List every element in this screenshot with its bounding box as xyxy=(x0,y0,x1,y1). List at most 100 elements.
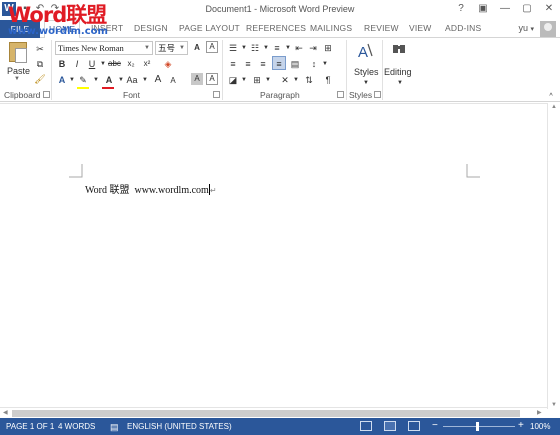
maximize-button[interactable]: ▢ xyxy=(516,0,538,18)
format-painter-icon[interactable]: 🖌 xyxy=(34,72,46,86)
superscript-button[interactable]: x² xyxy=(141,57,153,71)
scroll-left-icon[interactable]: ◀ xyxy=(3,409,8,416)
user-account[interactable]: yu ▾ xyxy=(518,23,534,33)
character-border-icon[interactable]: A xyxy=(206,73,218,85)
zoom-in-button[interactable]: + xyxy=(518,420,524,431)
window-controls: ? ▣ — ▢ ✕ xyxy=(450,0,560,18)
document-canvas[interactable]: Word 联盟 www.wordlm.com↵ xyxy=(0,103,560,409)
italic-button[interactable]: I xyxy=(71,57,83,71)
chevron-down-icon[interactable]: ▼ xyxy=(90,73,102,87)
sort-icon[interactable]: ⇅ xyxy=(303,73,315,87)
close-button[interactable]: ✕ xyxy=(538,0,560,18)
avatar[interactable] xyxy=(540,21,556,37)
tab-page-layout[interactable]: PAGE LAYOUT xyxy=(179,23,240,33)
align-left-icon[interactable]: ≡ xyxy=(227,57,239,71)
shrink-font-button[interactable]: A xyxy=(167,74,179,88)
font-launcher-icon[interactable] xyxy=(213,91,220,98)
language[interactable]: ENGLISH (UNITED STATES) xyxy=(127,422,232,431)
change-case-button[interactable]: Aa xyxy=(126,73,138,87)
grow-font-button[interactable]: A xyxy=(152,73,164,87)
chevron-down-icon[interactable]: ▼ xyxy=(238,73,250,87)
chevron-down-icon[interactable]: ▼ xyxy=(139,73,151,87)
character-shading-button[interactable]: A xyxy=(191,73,203,85)
svg-text:A: A xyxy=(358,44,368,61)
paragraph-launcher-icon[interactable] xyxy=(337,91,344,98)
zoom-slider[interactable] xyxy=(443,426,515,427)
horizontal-scrollbar[interactable]: ◀ ▶ xyxy=(0,407,547,418)
styles-launcher-icon[interactable] xyxy=(374,91,381,98)
group-label-styles: Styles xyxy=(349,90,373,100)
binoculars-icon[interactable] xyxy=(392,42,406,56)
group-separator xyxy=(51,40,52,100)
group-separator xyxy=(382,40,383,100)
tab-references[interactable]: REFERENCES xyxy=(246,23,306,33)
horizontal-scroll-thumb[interactable] xyxy=(12,410,520,417)
document-body-text[interactable]: Word 联盟 www.wordlm.com↵ xyxy=(85,181,217,196)
page-count[interactable]: PAGE 1 OF 1 xyxy=(6,422,54,431)
clear-formatting-icon[interactable]: A xyxy=(191,41,203,55)
show-hide-icon[interactable]: ¶ xyxy=(322,73,334,87)
align-center-icon[interactable]: ≡ xyxy=(242,57,254,71)
font-size-value: 五号 xyxy=(158,43,176,53)
chevron-down-icon: ▼ xyxy=(179,45,185,51)
watermark-url: www.wordlm.com xyxy=(8,26,108,37)
chevron-down-icon[interactable]: ▼ xyxy=(262,73,274,87)
zoom-level[interactable]: 100% xyxy=(530,422,550,431)
scroll-up-icon[interactable]: ▲ xyxy=(551,104,557,110)
paragraph-mark: ↵ xyxy=(209,186,217,195)
vertical-scrollbar[interactable]: ▲ ▼ xyxy=(547,103,560,409)
document-text: Word 联盟 www.wordlm.com xyxy=(85,185,209,196)
scroll-right-icon[interactable]: ▶ xyxy=(537,409,542,416)
cut-icon[interactable]: ✂ xyxy=(34,42,46,56)
subscript-button[interactable]: x₂ xyxy=(125,57,137,71)
ribbon-display-options-button[interactable]: ▣ xyxy=(472,0,494,18)
ribbon-home: Paste ▼ ✂ ⧉ 🖌 Clipboard Times New Roman … xyxy=(0,38,560,102)
print-layout-icon[interactable] xyxy=(384,421,396,431)
font-color-button[interactable]: A xyxy=(103,73,115,87)
margin-corner-top-right xyxy=(466,164,480,178)
enclose-characters-icon[interactable]: A xyxy=(206,41,218,53)
justify-icon[interactable]: ≡ xyxy=(272,56,286,70)
chevron-down-icon[interactable]: ▼ xyxy=(394,76,406,90)
scroll-down-icon[interactable]: ▼ xyxy=(551,402,557,408)
paste-button-label[interactable]: Paste xyxy=(7,66,30,76)
word-count[interactable]: 4 WORDS xyxy=(58,422,95,431)
zoom-slider-thumb[interactable] xyxy=(476,422,479,431)
copy-icon[interactable]: ⧉ xyxy=(34,57,46,71)
chevron-down-icon[interactable]: ▼ xyxy=(319,57,331,71)
clipboard-launcher-icon[interactable] xyxy=(43,91,50,98)
styles-icon[interactable]: A xyxy=(357,42,373,62)
bold-button[interactable]: B xyxy=(56,57,68,71)
highlight-icon[interactable]: ✎ xyxy=(77,73,89,87)
read-mode-icon[interactable] xyxy=(360,421,372,431)
font-name-combo[interactable]: Times New Roman ▼ xyxy=(55,41,153,55)
help-button[interactable]: ? xyxy=(450,0,472,18)
collapse-ribbon-icon[interactable]: ^ xyxy=(545,90,557,104)
distributed-icon[interactable]: ▤ xyxy=(289,57,301,71)
chinese-layout-icon[interactable]: ⊞ xyxy=(322,41,334,55)
tab-mailings[interactable]: MAILINGS xyxy=(310,23,352,33)
eraser-icon[interactable]: ◈ xyxy=(162,57,174,71)
zoom-out-button[interactable]: − xyxy=(432,420,438,431)
align-right-icon[interactable]: ≡ xyxy=(257,57,269,71)
chevron-down-icon[interactable]: ▼ xyxy=(360,76,372,90)
chevron-down-icon: ▼ xyxy=(144,45,150,51)
minimize-button[interactable]: — xyxy=(494,0,516,18)
decrease-indent-icon[interactable]: ⇤ xyxy=(293,41,305,55)
font-size-combo[interactable]: 五号 ▼ xyxy=(155,41,188,55)
status-bar: PAGE 1 OF 1 4 WORDS ▤ ENGLISH (UNITED ST… xyxy=(0,418,560,435)
group-label-font: Font xyxy=(123,90,141,100)
chevron-down-icon[interactable]: ▼ xyxy=(14,76,20,82)
group-separator xyxy=(346,40,347,100)
margin-corner-top-left xyxy=(69,164,83,178)
web-layout-icon[interactable] xyxy=(408,421,420,431)
paste-icon[interactable] xyxy=(9,42,27,63)
increase-indent-icon[interactable]: ⇥ xyxy=(307,41,319,55)
tab-review[interactable]: REVIEW xyxy=(364,23,399,33)
tab-view[interactable]: VIEW xyxy=(409,23,432,33)
chevron-down-icon[interactable]: ▼ xyxy=(290,73,302,87)
proofing-icon[interactable]: ▤ xyxy=(110,422,119,433)
strikethrough-button[interactable]: abc xyxy=(108,57,121,71)
tab-design[interactable]: DESIGN xyxy=(134,23,168,33)
tab-add-ins[interactable]: ADD-INS xyxy=(445,23,481,33)
